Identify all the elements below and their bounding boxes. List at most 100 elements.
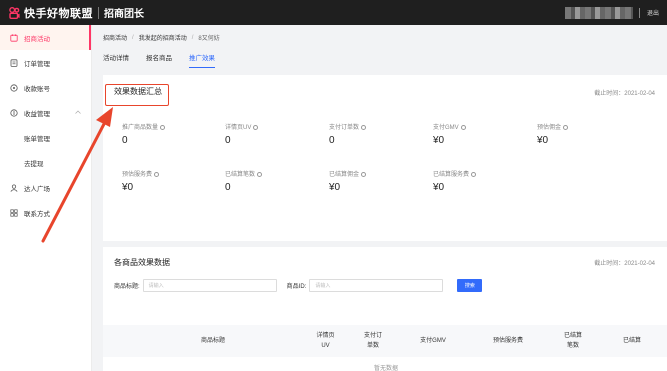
info-icon[interactable] — [471, 171, 477, 177]
column-header-estimated-service-fee[interactable]: 预估服务费 — [478, 325, 538, 357]
metric-label: 已结算服务费 — [433, 172, 470, 178]
metric-label: 预估佣金 — [537, 125, 562, 131]
products-deadline: 截止时间：2021-02-04 — [594, 261, 655, 267]
info-icon[interactable] — [563, 124, 569, 130]
account-icon — [10, 83, 18, 92]
column-header-paid-orders[interactable]: 支付订 单数 — [353, 325, 393, 357]
metric-value: ¥0 — [433, 182, 445, 193]
metric-label: 已结算佣金 — [329, 172, 360, 178]
top-bar: 快手好物联盟 招商团长 退出 — [0, 0, 667, 25]
metric-paid-orders: 支付订单数 0 — [329, 122, 429, 146]
metric-estimated-service-fee: 预估服务费 ¥0 — [122, 169, 222, 193]
user-divider — [638, 7, 640, 18]
column-header-paid-gmv[interactable]: 支付GMV — [408, 325, 458, 357]
summary-deadline: 截止时间：2021-02-04 — [594, 91, 655, 97]
sidebar-item-payment-account[interactable]: 收款账号 — [0, 75, 91, 100]
summary-card: 效果数据汇总 截止时间：2021-02-04 推广商品数量 0 详情页UV 0 … — [103, 75, 667, 241]
table-header: 商品标题 详情页 UV 支付订 单数 支付GMV 预估服务费 已结算 笔数 已结… — [103, 325, 667, 357]
column-header-settled[interactable]: 已结算 — [623, 325, 667, 357]
user-avatar[interactable] — [564, 6, 633, 19]
sidebar-item-label: 收益管理 — [24, 110, 50, 118]
sidebar-item-orders[interactable]: 订单管理 — [0, 50, 91, 75]
sidebar-item-income[interactable]: 收益管理 — [0, 100, 91, 125]
brand-area[interactable]: 快手好物联盟 招商团长 — [0, 0, 144, 25]
brand-divider — [98, 6, 99, 19]
info-icon[interactable] — [361, 124, 367, 130]
info-icon[interactable] — [257, 171, 263, 177]
metric-value: ¥0 — [122, 182, 134, 193]
brand-subtitle: 招商团长 — [104, 9, 144, 20]
sidebar-item-creator-square[interactable]: 达人广场 — [0, 175, 91, 200]
brand-name: 快手好物联盟 — [24, 7, 93, 20]
tab-bar: 活动详情 报名商品 推广效果 — [103, 52, 232, 68]
breadcrumb-item[interactable]: 招商活动 — [103, 33, 127, 42]
sidebar-item-contact[interactable]: 联系方式 — [0, 200, 91, 225]
product-title-label: 商品标题: — [114, 284, 140, 290]
product-id-input[interactable]: 请输入 — [309, 279, 444, 292]
breadcrumb: 招商活动 / 我发起的招商活动 / 8又何妨 — [103, 33, 220, 43]
user-area: 退出 — [564, 0, 659, 25]
sidebar-item-label: 订单管理 — [24, 60, 50, 68]
search-button[interactable]: 搜索 — [457, 279, 483, 292]
sidebar-item-label: 达人广场 — [24, 185, 50, 193]
metric-value: 0 — [122, 135, 128, 146]
metric-estimated-commission: 预估佣金 ¥0 — [537, 122, 637, 146]
main-content: 招商活动 / 我发起的招商活动 / 8又何妨 活动详情 报名商品 推广效果 效果… — [92, 25, 667, 371]
sidebar-item-label: 账单管理 — [24, 135, 50, 143]
kuaishou-logo-icon — [9, 6, 20, 19]
sidebar: 招商活动 订单管理 收款账号 收益管理 账单管理 去提现 达人广场 联系方式 — [0, 25, 92, 371]
metric-settled-count: 已结算笔数 0 — [225, 169, 325, 193]
info-icon[interactable] — [361, 171, 367, 177]
info-icon[interactable] — [460, 124, 466, 130]
calendar-icon — [10, 33, 18, 42]
metric-label: 支付订单数 — [329, 125, 360, 131]
breadcrumb-separator: / — [132, 34, 134, 41]
metric-value: 0 — [225, 182, 231, 193]
income-icon — [10, 108, 18, 117]
sidebar-item-label: 去提现 — [24, 160, 44, 168]
breadcrumb-separator: / — [191, 34, 194, 41]
metric-label: 详情页UV — [225, 125, 252, 131]
user-icon — [10, 183, 18, 192]
chevron-up-icon — [75, 109, 81, 116]
summary-title: 效果数据汇总 — [114, 87, 162, 96]
empty-state: 暂无数据 — [373, 366, 398, 371]
product-title-input[interactable]: 请输入 — [142, 279, 277, 292]
sidebar-item-label: 联系方式 — [24, 210, 50, 218]
tab-campaign-details[interactable]: 活动详情 — [103, 52, 129, 68]
metric-label: 预估服务费 — [122, 172, 153, 178]
products-title: 各商品效果数据 — [114, 258, 170, 267]
breadcrumb-item[interactable]: 我发起的招商活动 — [139, 33, 187, 42]
tab-registered-products[interactable]: 报名商品 — [146, 52, 172, 68]
sidebar-item-label: 招商活动 — [24, 35, 50, 43]
tab-promotion-results[interactable]: 推广效果 — [189, 52, 215, 68]
metric-value: 0 — [225, 135, 231, 146]
sidebar-item-withdraw[interactable]: 去提现 — [0, 150, 91, 175]
metric-detail-uv: 详情页UV 0 — [225, 122, 325, 146]
metric-value: ¥0 — [329, 182, 341, 193]
info-icon[interactable] — [253, 124, 259, 130]
metric-value: 0 — [329, 135, 335, 146]
metric-label: 已结算笔数 — [225, 172, 256, 178]
order-icon — [10, 58, 18, 67]
metric-label: 支付GMV — [433, 125, 459, 131]
grid-icon — [10, 208, 18, 217]
column-header-settled-count[interactable]: 已结算 笔数 — [553, 325, 593, 357]
sidebar-item-label: 收款账号 — [24, 85, 50, 93]
logout-link[interactable]: 退出 — [647, 8, 659, 17]
placeholder-text: 请输入 — [148, 283, 164, 289]
breadcrumb-current: 8又何妨 — [198, 36, 220, 42]
metric-settled-service-fee: 已结算服务费 ¥0 — [433, 169, 533, 193]
column-header-product-title[interactable]: 商品标题 — [143, 325, 283, 357]
metric-promoted-products: 推广商品数量 0 — [122, 122, 222, 146]
sidebar-item-bills[interactable]: 账单管理 — [0, 125, 91, 150]
info-icon[interactable] — [154, 171, 160, 177]
placeholder-text: 请输入 — [315, 283, 331, 289]
sidebar-item-campaigns[interactable]: 招商活动 — [0, 25, 91, 50]
info-icon[interactable] — [160, 124, 166, 130]
metric-value: ¥0 — [537, 135, 549, 146]
column-header-detail-uv[interactable]: 详情页 UV — [308, 325, 343, 357]
product-id-label: 商品ID: — [286, 284, 307, 290]
filter-bar: 商品标题: 请输入 商品ID: 请输入 搜索 — [114, 279, 483, 292]
metric-label: 推广商品数量 — [122, 125, 159, 131]
